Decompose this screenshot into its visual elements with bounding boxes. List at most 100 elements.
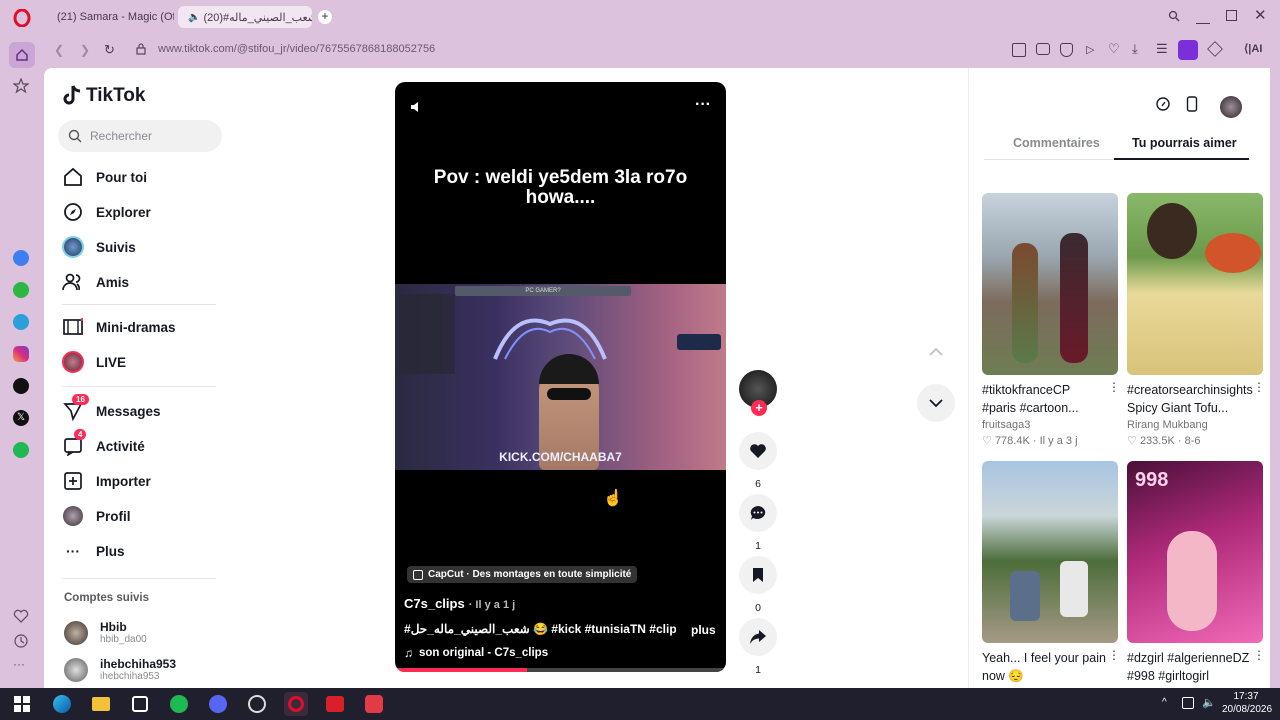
card-author: fruitsaga3 xyxy=(982,419,1031,431)
camera-icon[interactable] xyxy=(1036,43,1050,55)
more-dots-icon[interactable]: ··· xyxy=(13,658,29,670)
like-button[interactable] xyxy=(739,432,777,470)
next-video-button[interactable] xyxy=(917,384,955,422)
nav-messages[interactable]: 16 Messages xyxy=(62,394,161,422)
card-more-icon[interactable]: ⋮ xyxy=(1108,648,1120,662)
minimize-icon[interactable] xyxy=(1196,10,1210,24)
x-icon[interactable]: 𝕏 xyxy=(13,410,29,426)
video-player[interactable]: ··· Pov : weldi ye5dem 3la ro7o howa....… xyxy=(395,82,726,672)
messenger-icon[interactable] xyxy=(13,250,29,266)
nav-mini-dramas[interactable]: Mini-dramas xyxy=(62,316,176,338)
suggested-video-card[interactable]: #tiktokfranceCP #paris #cartoon... fruit… xyxy=(982,193,1120,447)
volume-icon[interactable] xyxy=(409,100,423,114)
file-explorer-icon[interactable] xyxy=(89,692,113,716)
nav-importer[interactable]: Importer xyxy=(62,470,151,492)
following-account[interactable]: ihebchiha953 ihebchiha953 xyxy=(64,657,176,682)
maximize-icon[interactable] xyxy=(1226,10,1237,21)
nav-live[interactable]: LIVE xyxy=(62,351,126,373)
clock-app-icon[interactable] xyxy=(245,692,269,716)
spotify-icon[interactable] xyxy=(13,442,29,458)
home-icon[interactable] xyxy=(9,42,35,68)
video-progress-bar[interactable] xyxy=(395,668,726,672)
card-more-icon[interactable]: ⋮ xyxy=(1253,380,1265,394)
video-author[interactable]: C7s_clips xyxy=(404,596,465,611)
card-more-icon[interactable]: ⋮ xyxy=(1108,380,1120,394)
favorite-icon[interactable]: ♡ xyxy=(1108,41,1120,57)
spotify-app-icon[interactable] xyxy=(167,692,191,716)
profile-icon[interactable] xyxy=(1178,40,1198,60)
suggested-video-card[interactable]: #creatorsearchinsights Spicy Giant Tofu.… xyxy=(1127,193,1265,447)
system-clock[interactable]: 17:37 20/08/2026 xyxy=(1222,690,1272,716)
video-description[interactable]: #شعب_الصيني_ماله_حل 😂 #kick #tunisiaTN #… xyxy=(404,622,676,636)
tiktok-icon[interactable] xyxy=(13,378,29,394)
tab-commentaires[interactable]: Commentaires xyxy=(1013,136,1100,150)
user-avatar[interactable] xyxy=(1220,96,1242,118)
tray-arrow-icon[interactable]: ^ xyxy=(1162,697,1167,708)
tiktok-logo[interactable]: TikTok xyxy=(62,84,145,108)
menu-icon[interactable]: ☰ xyxy=(1156,41,1168,57)
coin-icon[interactable] xyxy=(1155,96,1175,116)
network-icon[interactable] xyxy=(1182,697,1194,709)
edit-icon[interactable] xyxy=(1012,43,1026,57)
telegram-icon[interactable] xyxy=(13,314,29,330)
app-red-icon[interactable] xyxy=(323,692,347,716)
description-more-button[interactable]: plus xyxy=(691,623,716,637)
edge-icon[interactable] xyxy=(50,692,74,716)
like-action[interactable]: 6 xyxy=(738,432,778,490)
capcut-link[interactable]: CapCut · Des montages en toute simplicit… xyxy=(407,566,638,583)
save-button[interactable] xyxy=(739,556,777,594)
app-vivaldi-icon[interactable] xyxy=(362,692,386,716)
share-action[interactable]: 1 xyxy=(738,618,778,676)
new-tab-button[interactable]: + xyxy=(318,10,332,24)
heart-icon[interactable] xyxy=(13,608,29,624)
comment-button[interactable] xyxy=(739,494,777,532)
video-more-icon[interactable]: ··· xyxy=(695,96,711,114)
reload-icon[interactable]: ↻ xyxy=(104,42,115,58)
search-tabs-icon[interactable] xyxy=(1168,10,1182,24)
opera-taskbar-icon[interactable] xyxy=(284,692,308,716)
discord-icon[interactable] xyxy=(206,692,230,716)
search-input[interactable]: Rechercher xyxy=(58,120,222,152)
capcut-app-icon[interactable] xyxy=(128,692,152,716)
nav-pour-toi[interactable]: Pour toi xyxy=(62,166,147,188)
extension-icon[interactable] xyxy=(1207,41,1223,57)
close-window-icon[interactable]: ✕ xyxy=(1254,6,1268,24)
home-icon xyxy=(62,166,84,188)
suggested-video-card[interactable]: 998 #dzgirl #algerienneDZ #998 #girltogi… xyxy=(1127,461,1265,685)
nav-explorer[interactable]: Explorer xyxy=(62,201,151,223)
download-icon[interactable]: ⤓ xyxy=(1132,41,1138,57)
nav-plus[interactable]: ··· Plus xyxy=(62,540,125,562)
whatsapp-icon[interactable] xyxy=(13,282,29,298)
tab-tiktok[interactable]: 🔈 شعب_الصيني_ماله#(20) xyxy=(178,6,312,28)
card-more-icon[interactable]: ⋮ xyxy=(1253,648,1265,662)
nav-amis[interactable]: Amis xyxy=(62,271,129,293)
tab-tu-pourrais-aimer[interactable]: Tu pourrais aimer xyxy=(1132,136,1237,150)
card-title: Yeah... I feel your pain now 😔 xyxy=(982,651,1106,683)
nav-profil[interactable]: Profil xyxy=(62,505,131,527)
forward-icon[interactable]: ❯ xyxy=(80,43,90,57)
volume-tray-icon[interactable]: 🔈 xyxy=(1202,696,1216,709)
nav-suivis[interactable]: Suivis xyxy=(62,236,136,258)
opera-logo-icon[interactable] xyxy=(12,8,32,28)
star-icon[interactable] xyxy=(13,78,31,96)
following-account[interactable]: Hbib hbib_da00 xyxy=(64,620,147,645)
follow-button[interactable]: + xyxy=(751,400,767,416)
back-icon[interactable]: ❮ xyxy=(54,43,64,57)
ai-button[interactable]: ⟨|AI xyxy=(1244,42,1262,55)
previous-video-button[interactable] xyxy=(917,333,955,371)
save-action[interactable]: 0 xyxy=(738,556,778,614)
instagram-icon[interactable] xyxy=(13,346,29,362)
comment-action[interactable]: 1 xyxy=(738,494,778,552)
play-icon[interactable]: ▷ xyxy=(1086,43,1094,56)
shield-icon[interactable] xyxy=(1060,43,1073,57)
nav-activite[interactable]: 4 Activité xyxy=(62,429,145,457)
speaker-icon[interactable]: 🔈 xyxy=(188,12,200,23)
windows-start-icon[interactable] xyxy=(10,692,34,716)
url-field[interactable]: www.tiktok.com/@stifou_jr/video/76755678… xyxy=(158,43,435,55)
history-icon[interactable] xyxy=(13,633,29,649)
sound-link[interactable]: ♫ son original - C7s_clips xyxy=(404,646,548,660)
tab-youtube[interactable]: (21) Samara - Magic (Offi xyxy=(46,6,174,28)
suggested-video-card[interactable]: Yeah... I feel your pain now 😔 ⋮ xyxy=(982,461,1120,685)
device-icon[interactable] xyxy=(1186,96,1206,116)
share-button[interactable] xyxy=(739,618,777,656)
